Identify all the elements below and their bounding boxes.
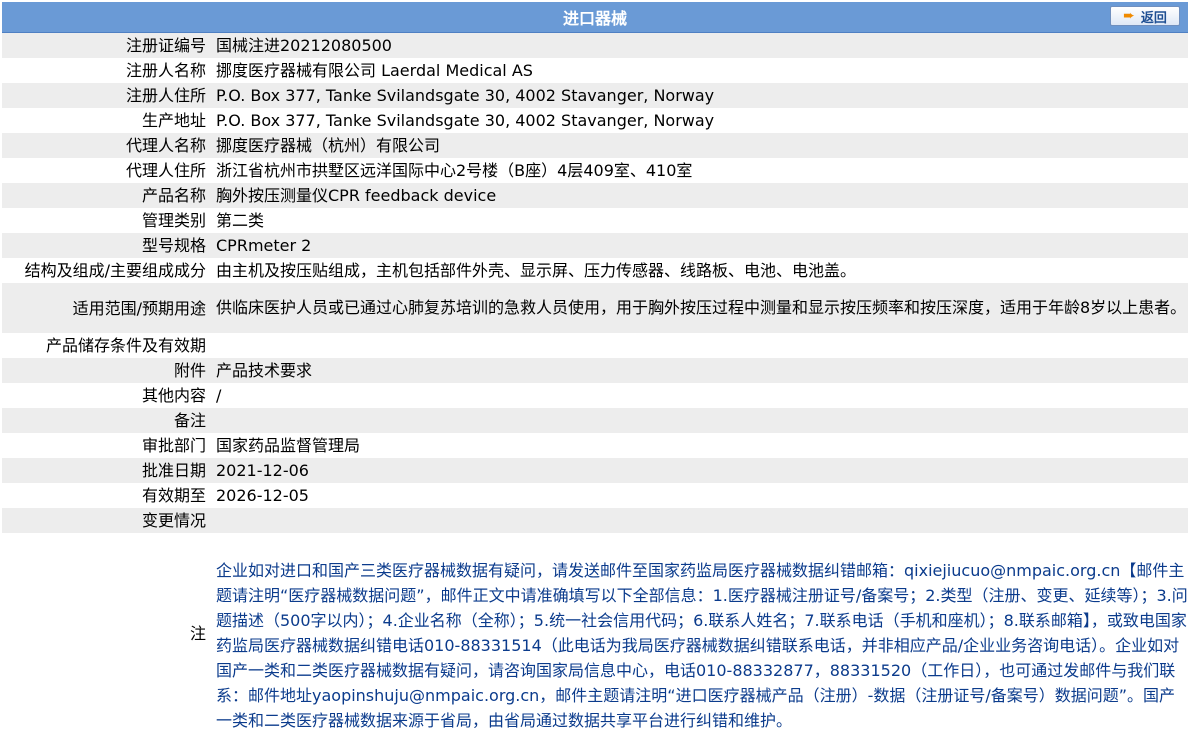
field-value — [208, 333, 1188, 358]
field-value: 第二类 — [208, 208, 1188, 233]
field-label: 有效期至 — [2, 483, 208, 508]
field-label: 注册人住所 — [2, 83, 208, 108]
field-label: 产品储存条件及有效期 — [2, 333, 208, 358]
field-value: 挪度医疗器械有限公司 Laerdal Medical AS — [208, 58, 1188, 83]
back-button[interactable]: ➨ 返回 — [1110, 6, 1180, 26]
field-label: 型号规格 — [2, 233, 208, 258]
table-row: 产品储存条件及有效期 — [2, 333, 1188, 358]
field-label: 代理人名称 — [2, 133, 208, 158]
field-value: 胸外按压测量仪CPR feedback device — [208, 183, 1188, 208]
note-text: 企业如对进口和国产三类医疗器械数据有疑问，请发送邮件至国家药监局医疗器械数据纠错… — [208, 533, 1188, 734]
page-header: 进口器械 ➨ 返回 — [2, 2, 1188, 33]
table-row: 型号规格 CPRmeter 2 — [2, 233, 1188, 258]
field-label: 其他内容 — [2, 383, 208, 408]
field-value: 供临床医护人员或已通过心肺复苏培训的急救人员使用，用于胸外按压过程中测量和显示按… — [208, 283, 1188, 333]
table-row: 代理人住所 浙江省杭州市拱墅区远洋国际中心2号楼（B座）4层409室、410室 — [2, 158, 1188, 183]
table-row: 备注 — [2, 408, 1188, 433]
field-label: 审批部门 — [2, 433, 208, 458]
field-label: 代理人住所 — [2, 158, 208, 183]
field-label: 生产地址 — [2, 108, 208, 133]
field-label: 批准日期 — [2, 458, 208, 483]
table-row: 批准日期 2021-12-06 — [2, 458, 1188, 483]
field-label: 附件 — [2, 358, 208, 383]
field-value: 挪度医疗器械（杭州）有限公司 — [208, 133, 1188, 158]
field-value: 2026-12-05 — [208, 483, 1188, 508]
field-value: 2021-12-06 — [208, 458, 1188, 483]
back-button-label: 返回 — [1140, 10, 1167, 26]
table-row: 有效期至 2026-12-05 — [2, 483, 1188, 508]
field-label: 产品名称 — [2, 183, 208, 208]
note-row: 注企业如对进口和国产三类医疗器械数据有疑问，请发送邮件至国家药监局医疗器械数据纠… — [2, 533, 1188, 734]
field-value: / — [208, 383, 1188, 408]
table-row: 附件 产品技术要求 — [2, 358, 1188, 383]
table-row: 审批部门 国家药品监督管理局 — [2, 433, 1188, 458]
page: 进口器械 ➨ 返回 注册证编号 国械注进20212080500 注册人名称 挪度医疗… — [0, 0, 1190, 735]
field-label: 管理类别 — [2, 208, 208, 233]
field-value: 产品技术要求 — [208, 358, 1188, 383]
table-row: 注册人名称 挪度医疗器械有限公司 Laerdal Medical AS — [2, 58, 1188, 83]
table-row: 产品名称 胸外按压测量仪CPR feedback device — [2, 183, 1188, 208]
table-row: 生产地址 P.O. Box 377, Tanke Svilandsgate 30,… — [2, 108, 1188, 133]
table-row: 变更情况 — [2, 508, 1188, 533]
field-label: 结构及组成/主要组成成分 — [2, 258, 208, 283]
field-label: 注册证编号 — [2, 33, 208, 58]
table-row: 注册证编号 国械注进20212080500 — [2, 33, 1188, 58]
table-row: 注册人住所 P.O. Box 377, Tanke Svilandsgate 30… — [2, 83, 1188, 108]
field-value: CPRmeter 2 — [208, 233, 1188, 258]
table-row: 代理人名称 挪度医疗器械（杭州）有限公司 — [2, 133, 1188, 158]
detail-table: 注册证编号 国械注进20212080500 注册人名称 挪度医疗器械有限公司 Lae… — [2, 33, 1188, 734]
field-value — [208, 408, 1188, 433]
field-value: P.O. Box 377, Tanke Svilandsgate 30, 400… — [208, 108, 1188, 133]
page-title: 进口器械 — [562, 9, 627, 28]
table-row: 结构及组成/主要组成成分 由主机及按压贴组成，主机包括部件外壳、显示屏、压力传感器… — [2, 258, 1188, 283]
arrow-right-icon: ➨ — [1123, 8, 1135, 24]
field-value — [208, 508, 1188, 533]
field-value: 浙江省杭州市拱墅区远洋国际中心2号楼（B座）4层409室、410室 — [208, 158, 1188, 183]
field-label: 备注 — [2, 408, 208, 433]
field-label: 注册人名称 — [2, 58, 208, 83]
table-row: 管理类别 第二类 — [2, 208, 1188, 233]
field-value: 由主机及按压贴组成，主机包括部件外壳、显示屏、压力传感器、线路板、电池、电池盖。 — [208, 258, 1188, 283]
table-row: 适用范围/预期用途 供临床医护人员或已通过心肺复苏培训的急救人员使用，用于胸外按压… — [2, 283, 1188, 333]
field-label: 变更情况 — [2, 508, 208, 533]
field-label: 适用范围/预期用途 — [2, 283, 208, 333]
field-value: 国家药品监督管理局 — [208, 433, 1188, 458]
field-value: P.O. Box 377, Tanke Svilandsgate 30, 400… — [208, 83, 1188, 108]
table-row: 其他内容 / — [2, 383, 1188, 408]
field-value: 国械注进20212080500 — [208, 33, 1188, 58]
note-label: 注 — [2, 533, 208, 734]
